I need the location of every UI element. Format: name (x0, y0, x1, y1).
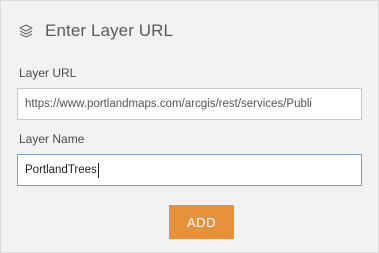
panel-title: Enter Layer URL (45, 21, 174, 40)
text-cursor (97, 162, 99, 178)
add-button[interactable]: ADD (169, 205, 234, 239)
layers-icon (17, 22, 35, 40)
layer-url-input[interactable]: https://www.portlandmaps.com/arcgis/rest… (17, 88, 362, 120)
enter-layer-url-panel: Enter Layer URL Layer URL https://www.po… (0, 0, 379, 253)
layer-name-value: PortlandTrees (25, 164, 97, 176)
panel-header: Enter Layer URL (17, 20, 173, 42)
layer-url-value: https://www.portlandmaps.com/arcgis/rest… (25, 98, 312, 110)
layer-name-label: Layer Name (19, 132, 85, 146)
layer-url-label: Layer URL (19, 66, 77, 80)
layer-name-input[interactable]: PortlandTrees (17, 154, 362, 186)
